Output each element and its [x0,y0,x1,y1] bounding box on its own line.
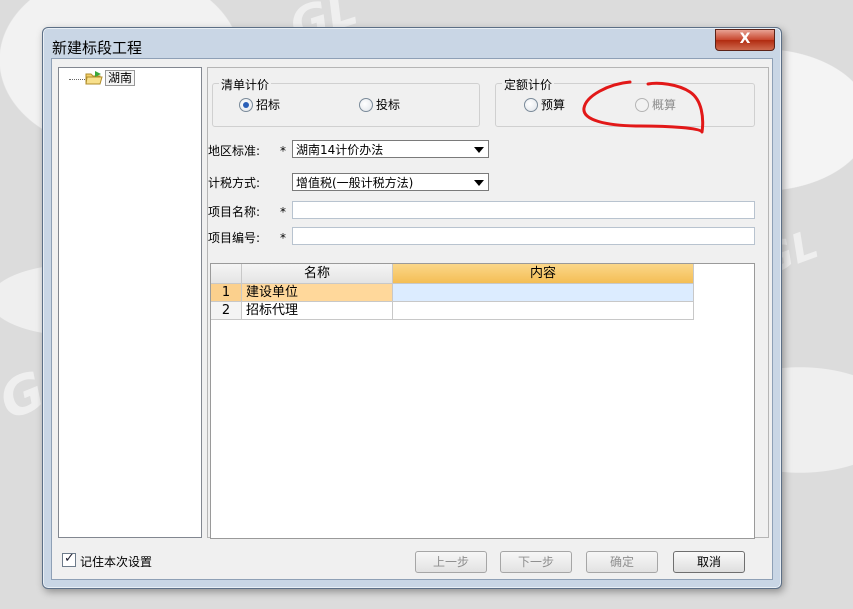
radio-label: 预算 [541,98,566,112]
grid-header-name[interactable]: 名称 [242,264,393,284]
region-select[interactable]: 湖南14计价办法 [292,140,489,158]
close-button[interactable]: X [715,29,775,51]
required-mark: * [280,205,286,219]
row-number[interactable]: 2 [211,302,242,320]
project-name-input[interactable] [292,201,755,219]
region-tree: 湖南 [58,67,202,538]
dialog-title: 新建标段工程 [52,39,143,57]
table-row-content[interactable] [393,284,694,302]
project-name-label: 项目名称: [208,205,261,219]
project-info-grid: 名称 内容 1 建设单位 2 招标代理 [210,263,755,539]
table-row-content[interactable] [393,302,694,320]
radio-dot[interactable] [359,98,373,112]
folder-icon [85,71,103,85]
cancel-button[interactable]: 取消 [673,551,745,573]
select-value: 湖南14计价办法 [296,143,384,157]
chevron-down-icon[interactable] [474,147,484,153]
radio-label: 投标 [376,98,401,112]
tree-item-hunan[interactable]: 湖南 [105,70,136,86]
table-row-name[interactable]: 招标代理 [242,302,393,320]
qingdan-pricing-group: 清单计价 招标 投标 [212,76,480,127]
group-title: 定额计价 [502,76,555,93]
required-mark: * [280,144,286,158]
title-bar[interactable]: 新建标段工程 X [43,28,781,58]
remember-settings-label: 记住本次设置 [80,555,153,569]
required-mark: * [280,231,286,245]
region-label: 地区标准: [208,144,261,158]
project-code-label: 项目编号: [208,231,261,245]
radio-label: 招标 [256,98,281,112]
project-code-input[interactable] [292,227,755,245]
next-button[interactable]: 下一步 [500,551,572,573]
tax-label: 计税方式: [208,176,261,190]
radio-dot[interactable] [239,98,253,112]
select-value: 增值税(一般计税方法) [296,176,414,190]
tax-select[interactable]: 增值税(一般计税方法) [292,173,489,191]
prev-button[interactable]: 上一步 [415,551,487,573]
group-title: 清单计价 [219,76,272,93]
remember-settings-checkbox[interactable] [62,551,76,567]
radio-dot[interactable] [524,98,538,112]
table-row-name[interactable]: 建设单位 [242,284,393,302]
grid-header-content[interactable]: 内容 [393,264,694,284]
red-circle-annotation [582,80,705,134]
grid-corner [211,264,242,284]
ok-button[interactable]: 确定 [586,551,658,573]
row-number[interactable]: 1 [211,284,242,302]
chevron-down-icon[interactable] [474,180,484,186]
